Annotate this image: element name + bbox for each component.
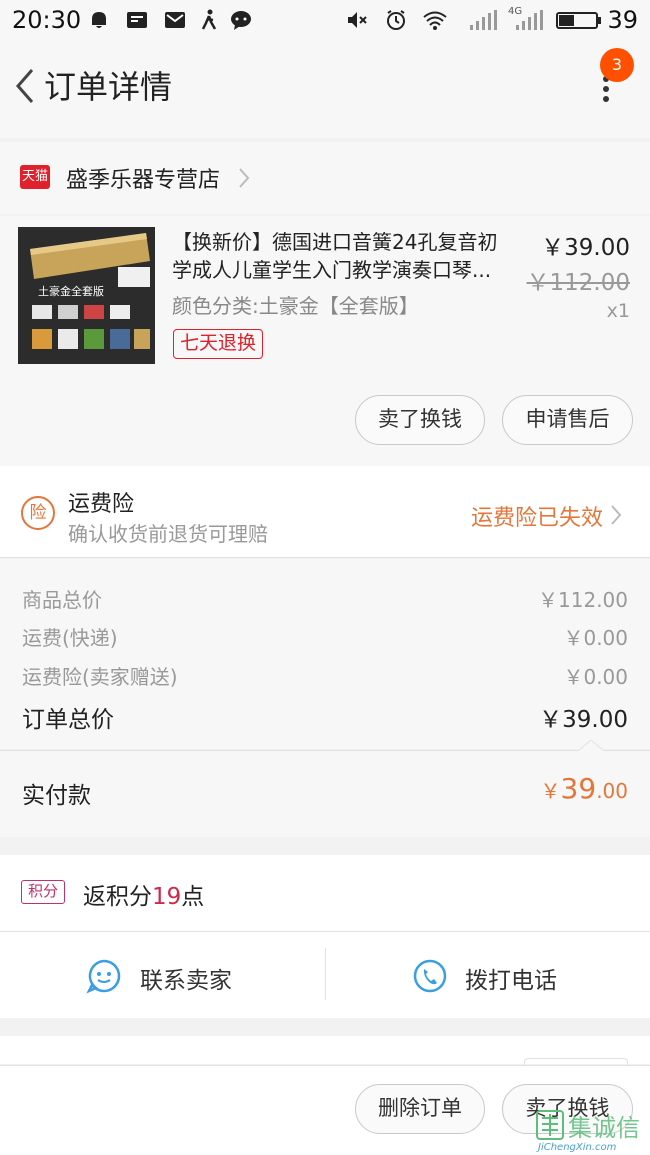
walking-icon xyxy=(201,9,217,30)
points-text: 返积分19点 xyxy=(83,884,205,910)
summary-value: ￥0.00 xyxy=(563,626,628,650)
chevron-right-icon xyxy=(239,168,250,188)
battery-level: 39 xyxy=(607,6,638,34)
sku-variant: 颜色分类:土豪金【全套版】 xyxy=(172,294,419,318)
product-title[interactable]: 【换新价】德国进口音簧24孔复音初 学成人儿童学生入门教学演奏口琴... xyxy=(172,228,522,284)
price-current: ￥39.00 xyxy=(541,235,630,261)
points-icon: 积分 xyxy=(21,880,65,904)
chat-bubble-icon xyxy=(231,11,251,30)
after-sale-button[interactable]: 申请售后 xyxy=(502,395,633,445)
quantity: x1 xyxy=(606,300,630,322)
divider xyxy=(0,557,650,558)
summary-label: 运费(快递) xyxy=(22,626,118,650)
mute-icon xyxy=(348,12,367,28)
product-thumbnail[interactable]: 土豪金全套版 xyxy=(18,227,155,364)
status-bar: 20:30 4G 39 xyxy=(0,0,650,40)
price-original: ￥112.00 xyxy=(526,270,630,296)
page-title: 订单详情 xyxy=(44,68,173,106)
watermark-brand: 集诚信 xyxy=(568,1114,640,1142)
insurance-status[interactable]: 运费险已失效 xyxy=(471,500,603,532)
back-chevron-icon[interactable] xyxy=(10,66,40,106)
tmall-logo-icon: 天猫 xyxy=(20,165,50,189)
notification-badge: 3 xyxy=(600,48,634,82)
signal-4g-icon xyxy=(516,10,543,30)
insurance-subtitle: 确认收货前退货可理赔 xyxy=(68,522,268,546)
battery-icon xyxy=(556,12,601,29)
watermark: 集诚信 JiChengXin.com xyxy=(530,1104,650,1155)
insurance-title: 运费险 xyxy=(68,492,135,517)
summary-value: ￥0.00 xyxy=(563,665,628,689)
paid-label: 实付款 xyxy=(22,783,91,809)
return-policy-tag: 七天退换 xyxy=(173,329,264,359)
delete-order-button[interactable]: 删除订单 xyxy=(355,1084,485,1134)
watermark-url: JiChengXin.com xyxy=(538,1142,617,1153)
wifi-icon xyxy=(423,11,447,30)
chevron-right-icon xyxy=(611,505,622,525)
watermark-logo-icon xyxy=(536,1110,564,1140)
chat-smile-icon xyxy=(86,959,121,994)
order-total-value: ￥39.00 xyxy=(539,707,628,733)
contact-seller-label: 联系卖家 xyxy=(140,968,232,994)
alarm-icon xyxy=(387,10,405,30)
sell-button[interactable]: 卖了换钱 xyxy=(355,395,485,445)
call-phone-label: 拨打电话 xyxy=(465,968,557,994)
summary-label: 商品总价 xyxy=(22,588,102,612)
phone-icon xyxy=(413,959,447,993)
signal-icon xyxy=(470,10,497,30)
order-total-label: 订单总价 xyxy=(22,707,114,733)
message-card-icon xyxy=(127,12,147,28)
summary-label: 运费险(卖家赠送) xyxy=(22,665,178,689)
summary-value: ￥112.00 xyxy=(538,588,628,612)
insurance-icon: 险 xyxy=(21,496,55,530)
status-time: 20:30 xyxy=(12,6,82,34)
notification-bell-icon xyxy=(92,12,106,28)
nav-header: 订单详情 3 xyxy=(0,40,650,138)
thumbnail-caption: 土豪金全套版 xyxy=(38,285,104,298)
paid-amount: ￥39.00 xyxy=(540,772,628,805)
mail-icon xyxy=(165,12,185,28)
shop-name[interactable]: 盛季乐器专营店 xyxy=(66,162,220,194)
